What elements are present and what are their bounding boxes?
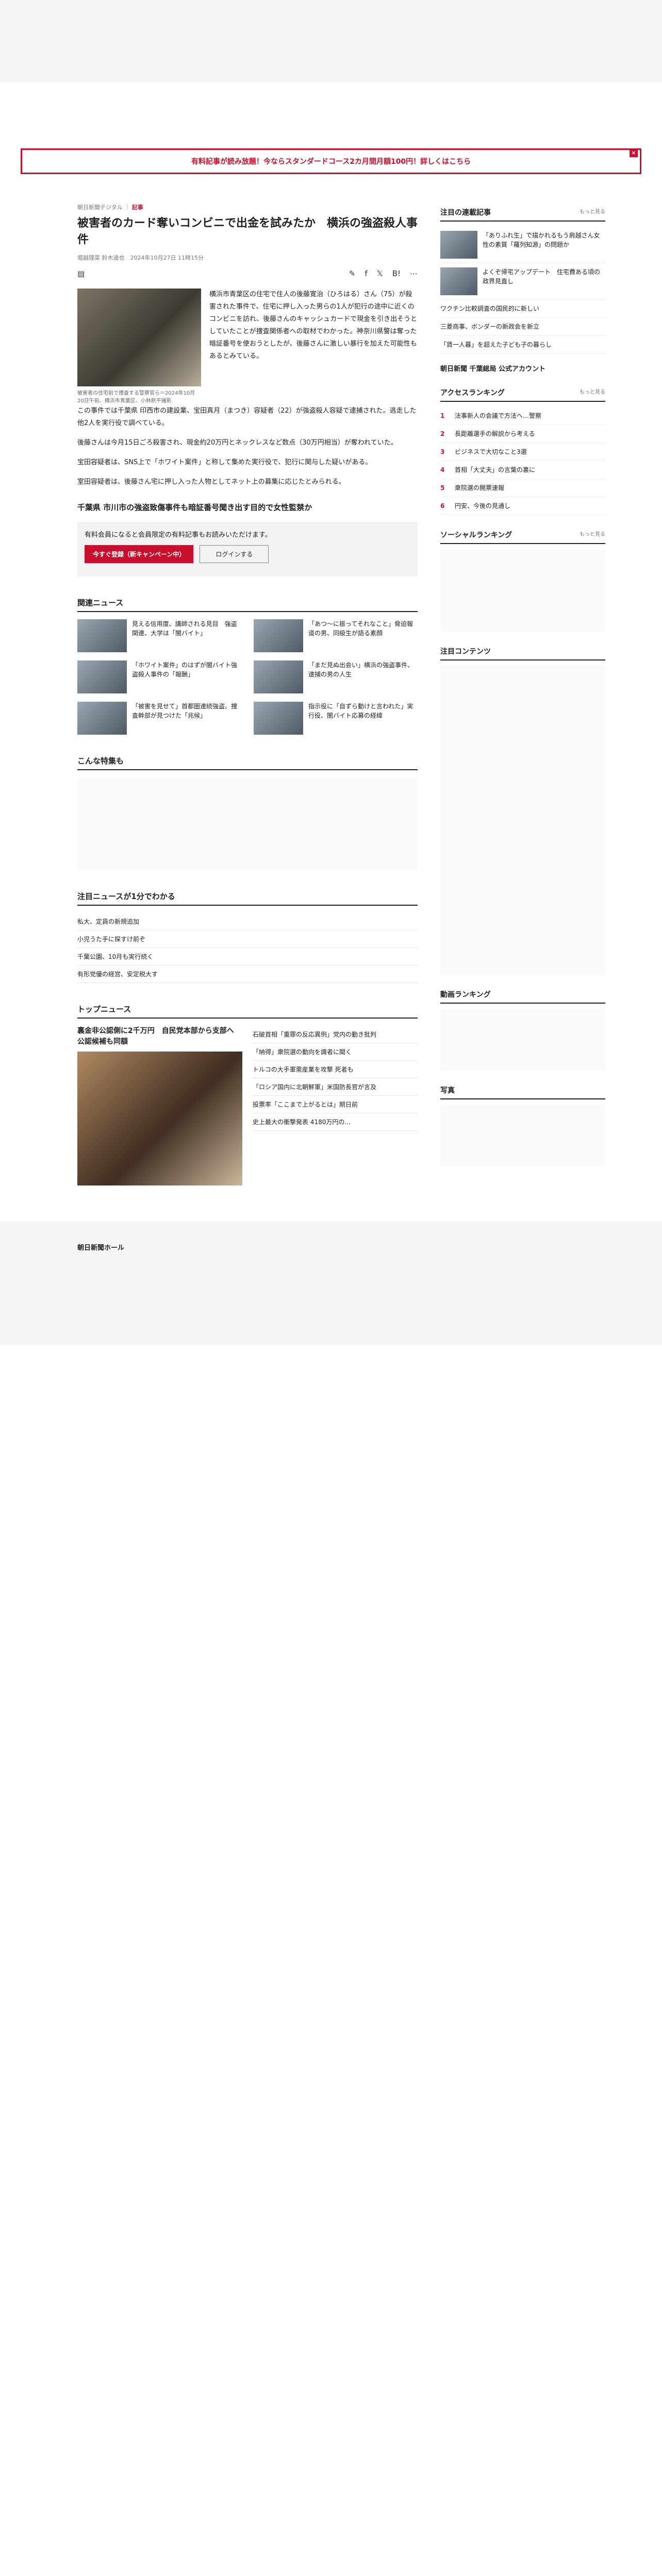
- more-link[interactable]: もっと見る: [580, 207, 605, 217]
- hatena-icon[interactable]: B!: [392, 269, 401, 278]
- more-icon[interactable]: ⋯: [410, 269, 418, 278]
- related-thumb: [254, 702, 303, 735]
- related-link[interactable]: 見える信用度、講師される見目 強盗関連、大学は「闇バイト」: [132, 619, 241, 652]
- more-link[interactable]: もっと見る: [580, 387, 605, 398]
- news-item[interactable]: 私大、定員の新規追加: [77, 913, 418, 931]
- photo-caption: 被害者の住宅前で捜査する警察官ら＝2024年10月20日午前、横浜市青葉区、小林…: [77, 390, 195, 404]
- serial-item[interactable]: よくぞ帰宅アップデート 住宅費ある頃の政界見直し: [440, 263, 605, 300]
- serial-item[interactable]: 「ありふれ生」で描かれるもう肩越さん女性の素質「羅列知源」の問題か: [440, 227, 605, 263]
- article-paragraph: 室田容疑者は、後藤さん宅に押し入った人物としてネット上の募集に応じたとみられる。: [77, 478, 345, 486]
- related-thumb: [77, 660, 127, 694]
- related-link[interactable]: 「まだ見ぬ出会い」横浜の強盗事件、逮捕の男の人生: [308, 660, 418, 693]
- top-news-title: トップニュース: [77, 1004, 418, 1019]
- special-area: [77, 777, 418, 871]
- article-paragraph: 横浜市青葉区の住宅で住人の後藤寛治（ひろはる）さん（75）が殺害された事件で、住…: [209, 290, 418, 361]
- related-item[interactable]: 「あつ〜に振ってそれなこと」脅迫報道の男、同級生が語る素顔: [254, 619, 418, 653]
- social-ranking-title: ソーシャルランキング もっと見る: [440, 530, 605, 544]
- article-paragraph: この事件では千葉県 印西市の建設業、宝田真月（まつき）容疑者（22）が強盗殺人容…: [77, 406, 417, 427]
- related-link[interactable]: 指示役に「自ずら動けと言われた」実行役、闇バイト応募の経緯: [308, 702, 418, 735]
- news-title: 注目ニュースが1分でわかる: [77, 891, 418, 906]
- footer-logo[interactable]: 朝日新聞ホール: [0, 1222, 662, 1273]
- content-list: [440, 666, 605, 975]
- top-news-item[interactable]: トルコの大手軍需産業を攻撃 死者も: [253, 1061, 418, 1079]
- related-link[interactable]: 「ホワイト案件」のはずが闇バイト強盗殺人事件の「報酬」: [132, 660, 241, 693]
- x-icon[interactable]: 𝕏: [377, 269, 383, 278]
- social-list: [440, 549, 605, 632]
- member-cta-text: 有料会員になると会員限定の有料記事もお読みいただけます。: [85, 531, 272, 539]
- related-thumb: [254, 660, 303, 694]
- access-item[interactable]: 5 衆院選の開票速報: [440, 479, 605, 497]
- article-title: 被害者のカード奪いコンビニで出金を試みたか 横浜の強盗殺人事件: [77, 216, 418, 246]
- related-list: 見える信用度、講師される見目 強盗関連、大学は「闇バイト」 「あつ〜に振ってそれ…: [77, 619, 418, 735]
- promo-text[interactable]: 有料記事が読み放題！今ならスタンダードコース2カ月間月額100円！詳しくはこちら: [191, 158, 471, 166]
- share-bar: ▤ ✎ f 𝕏 B! ⋯: [77, 269, 418, 278]
- serial-thumb: [440, 231, 477, 259]
- site-header: [0, 0, 662, 82]
- top-news-item[interactable]: 史上最大の衝撃発表 4180万円の…: [253, 1113, 418, 1131]
- video-ranking-title: 動画ランキング: [440, 989, 605, 1004]
- breadcrumb-section[interactable]: 朝日新聞デジタル: [77, 204, 123, 211]
- top-news-item[interactable]: 石破首相「重罪の反応異例」党内の動き批判: [253, 1026, 418, 1044]
- top-news-photo[interactable]: [77, 1052, 242, 1186]
- promo-banner[interactable]: 有料記事が読み放題！今ならスタンダードコース2カ月間月額100円！詳しくはこちら…: [21, 148, 641, 174]
- top-news-list: 石破首相「重罪の反応異例」党内の動き批判 「納得」衆院選の動向を識者に聞く トル…: [253, 1026, 418, 1191]
- article-paragraph: 宝田容疑者は、SNS上で「ホワイト案件」と称して集めた実行役で、犯行に関与した疑…: [77, 458, 372, 466]
- member-cta: 有料会員になると会員限定の有料記事もお読みいただけます。 今すぐ登録（新キャンペ…: [77, 522, 418, 577]
- photo-list: [440, 1105, 605, 1166]
- serial-title: 注目の連載記事 もっと見る: [440, 207, 605, 222]
- top-news-item[interactable]: 「納得」衆院選の動向を識者に聞く: [253, 1043, 418, 1061]
- news-item[interactable]: 有形党優の経営、安定税大す: [77, 965, 418, 984]
- site-footer: 朝日新聞ホール: [0, 1222, 662, 1346]
- related-link[interactable]: 「被害を見せて」首都圏連続強盗、捜査幹部が見つけた「兆候」: [132, 702, 241, 735]
- access-item[interactable]: 3 ビジネスで大切なこと3選: [440, 443, 605, 461]
- access-item[interactable]: 6 円安、今後の見通し: [440, 497, 605, 515]
- related-item[interactable]: 「被害を見せて」首都圏連続強盗、捜査幹部が見つけた「兆候」: [77, 702, 241, 735]
- related-thumb: [77, 702, 127, 735]
- news-list: 私大、定員の新規追加 小児うた手に探すけ前ぞ 千葉公園、10月も実行続く 有形党…: [77, 913, 418, 984]
- photo-title: 写真: [440, 1085, 605, 1099]
- video-list: [440, 1009, 605, 1071]
- serial-item[interactable]: 三菱商事、ボンダーの新政会を新立: [440, 318, 605, 336]
- top-news-item[interactable]: 投票率「ここまで上がるとは」期日前: [253, 1096, 418, 1114]
- follow-account[interactable]: 朝日新聞 千葉総局 公式アカウント: [440, 363, 605, 373]
- breadcrumb: 朝日新聞デジタル ｜ 記事: [77, 204, 143, 211]
- top-news-headline[interactable]: 裏金非公認側に2千万円 自民党本部から支部へ 公認候補も同額: [77, 1026, 242, 1047]
- sidebar: 注目の連載記事 もっと見る 「ありふれ生」で描かれるもう肩越さん女性の素質「羅列知…: [440, 193, 605, 1191]
- close-icon[interactable]: ×: [630, 149, 638, 157]
- news-item[interactable]: 小児うた手に探すけ前ぞ: [77, 930, 418, 948]
- register-button[interactable]: 今すぐ登録（新キャンペーン中）: [85, 545, 194, 564]
- related-item[interactable]: 「ホワイト案件」のはずが闇バイト強盗殺人事件の「報酬」: [77, 660, 241, 694]
- byline: 堀越理菜 鈴木達也 2024年10月27日 11時15分: [77, 254, 204, 261]
- related-thumb: [77, 619, 127, 653]
- access-item[interactable]: 1 法事新人の会議で方法へ…警察: [440, 407, 605, 425]
- related-item[interactable]: 指示役に「自ずら動けと言われた」実行役、闇バイト応募の経緯: [254, 702, 418, 735]
- related-link[interactable]: 「あつ〜に振ってそれなこと」脅迫報道の男、同級生が語る素顔: [308, 619, 418, 652]
- serial-thumb: [440, 267, 477, 295]
- article-paragraph: 後藤さんは今月15日ごろ殺害され、現金約20万円とネックレスなど数点（30万円相…: [77, 438, 398, 447]
- content-title: 注目コンテンツ: [440, 646, 605, 660]
- more-link[interactable]: もっと見る: [580, 530, 605, 540]
- main-column: 朝日新聞デジタル ｜ 記事 被害者のカード奪いコンビニで出金を試みたか 横浜の強…: [77, 193, 418, 1191]
- related-thumb: [254, 619, 303, 653]
- breadcrumb-tag[interactable]: 記事: [132, 204, 143, 211]
- print-icon[interactable]: ▤: [77, 269, 85, 278]
- top-news-item[interactable]: 「ロシア国内に北朝鮮軍」米国防長官が言及: [253, 1078, 418, 1096]
- related-item[interactable]: 「まだ見ぬ出会い」横浜の強盗事件、逮捕の男の人生: [254, 660, 418, 694]
- access-ranking-title: アクセスランキング もっと見る: [440, 387, 605, 402]
- access-item[interactable]: 2 長距離選手の解説から考える: [440, 425, 605, 443]
- special-title: こんな特集も: [77, 755, 418, 771]
- serial-item[interactable]: 「賃一人暮」を超えた子ども子の暮らし: [440, 336, 605, 354]
- related-title: 関連ニュース: [77, 597, 418, 613]
- comment-icon[interactable]: ✎: [349, 269, 356, 278]
- news-item[interactable]: 千葉公園、10月も実行続く: [77, 948, 418, 966]
- article-subhead: 千葉県 市川市の強盗致傷事件も暗証番号聞き出す目的で女性監禁か: [77, 503, 312, 513]
- article-photo[interactable]: [77, 288, 201, 386]
- serial-item[interactable]: ワクチン比較調査の国民的に新しい: [440, 300, 605, 318]
- facebook-icon[interactable]: f: [365, 269, 367, 278]
- login-button[interactable]: ログインする: [200, 545, 269, 564]
- access-item[interactable]: 4 首相「大丈夫」の言葉の裏に: [440, 461, 605, 479]
- related-item[interactable]: 見える信用度、講師される見目 強盗関連、大学は「闇バイト」: [77, 619, 241, 653]
